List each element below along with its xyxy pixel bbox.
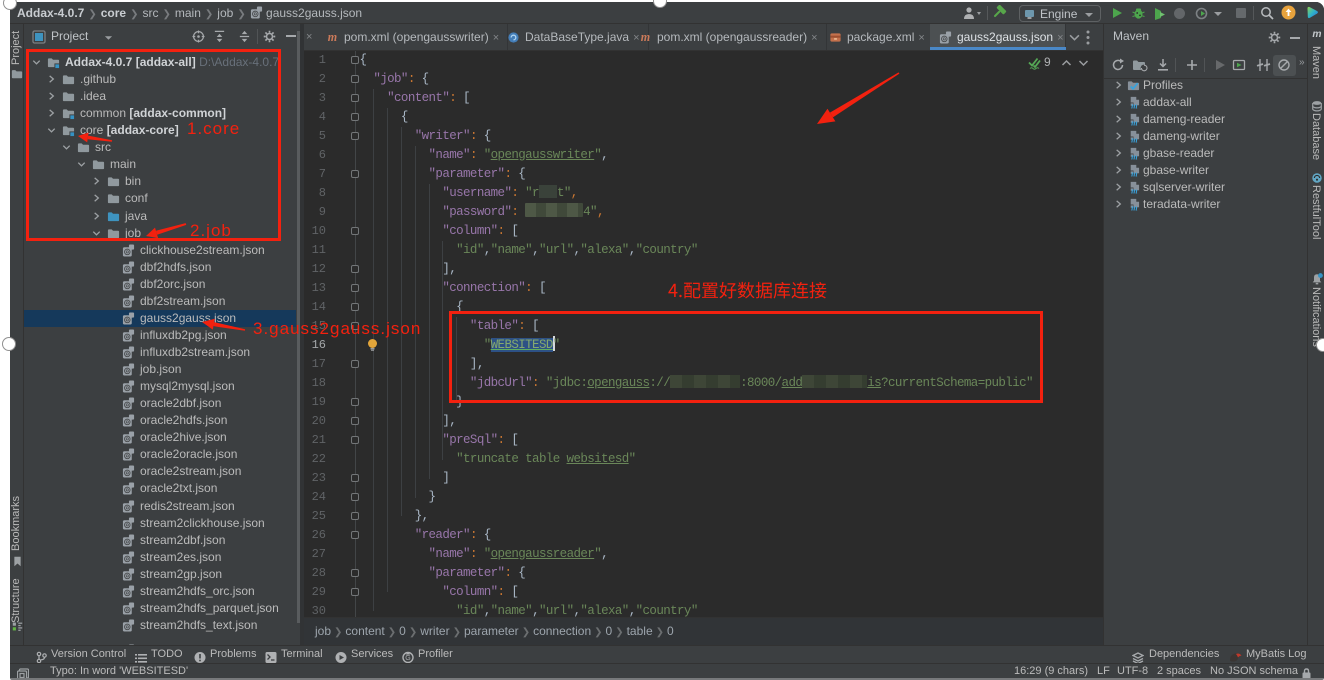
svg-text:m: m <box>1312 29 1321 39</box>
svg-text:G: G <box>405 655 410 662</box>
